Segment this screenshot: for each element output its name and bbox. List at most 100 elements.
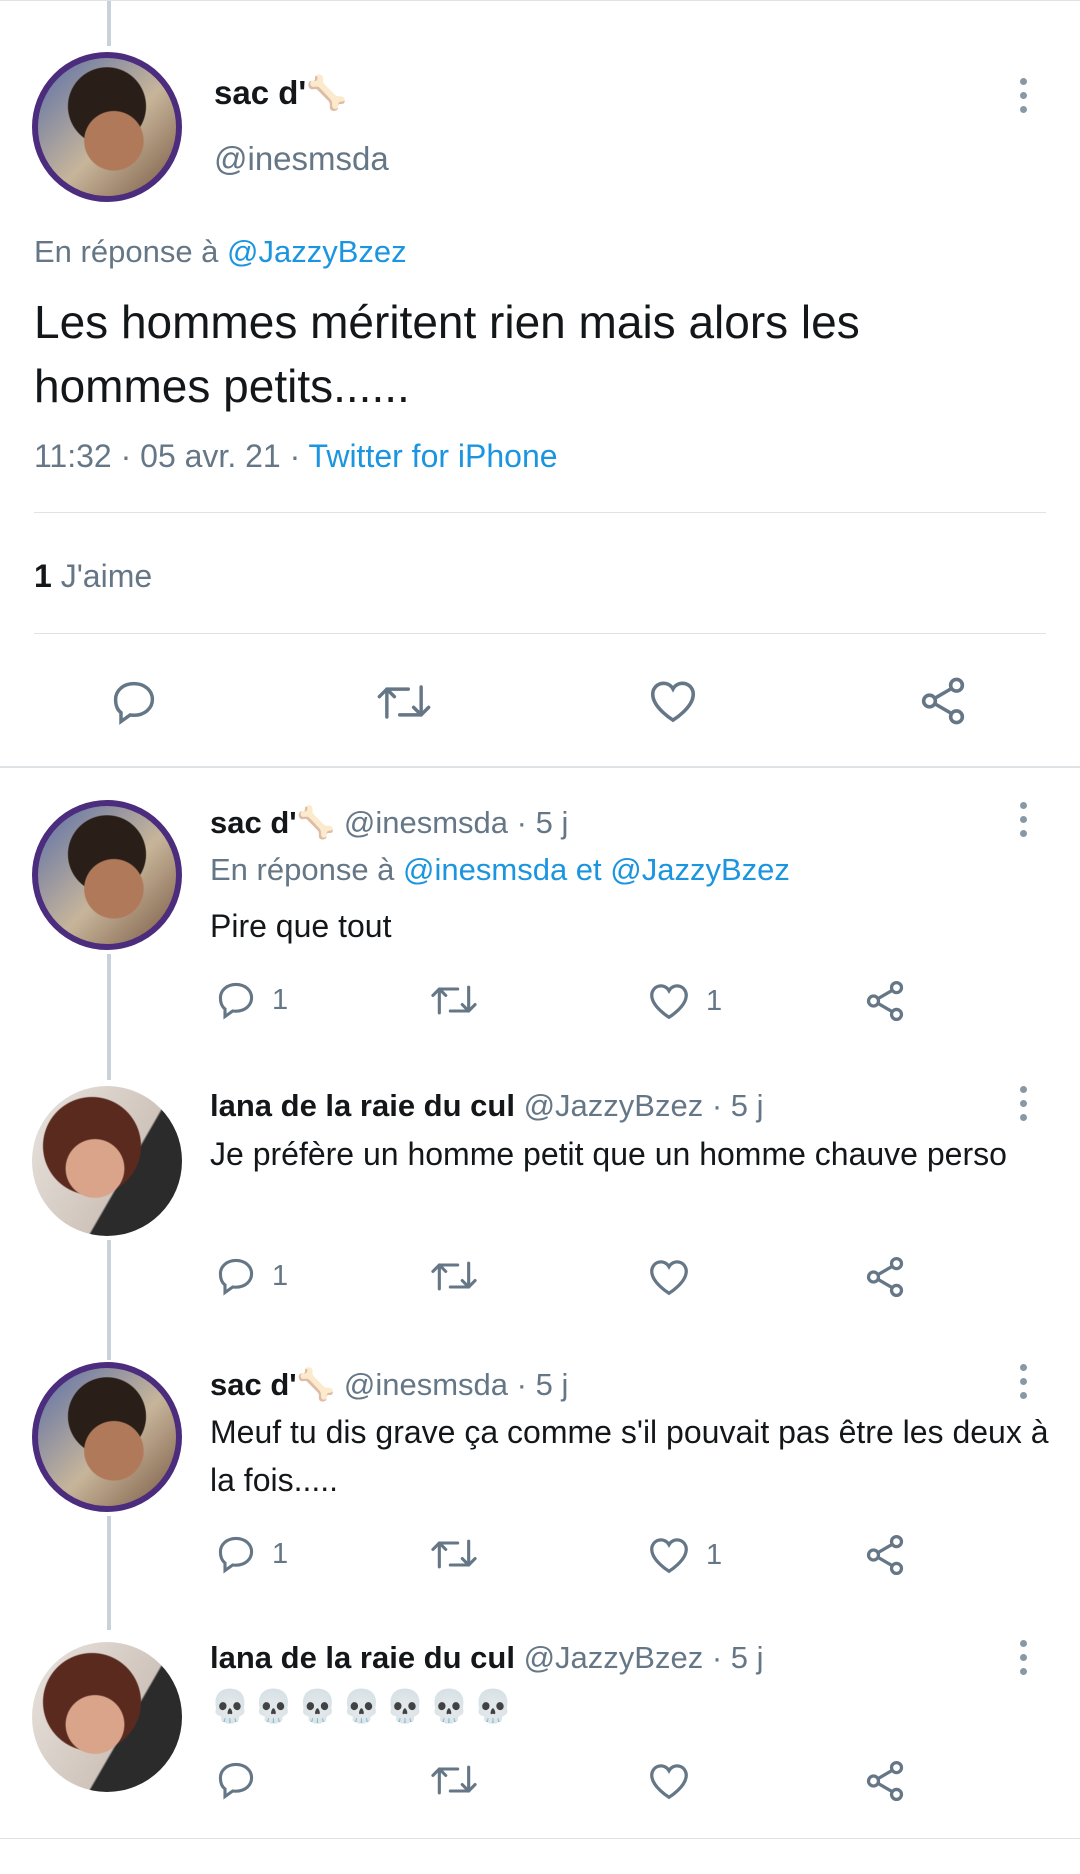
likes-stat[interactable]: 1 J'aime xyxy=(34,558,152,595)
thread-line xyxy=(107,1240,111,1360)
like-button[interactable]: 1 xyxy=(646,1532,722,1578)
author-name[interactable]: sac d' xyxy=(210,1367,297,1402)
reply-header: lana de la raie du cul @JazzyBzez · 5 j xyxy=(210,1640,764,1676)
share-icon xyxy=(866,1256,904,1298)
author-handle[interactable]: @inesmsda xyxy=(344,805,508,840)
like-icon xyxy=(650,681,696,723)
reply-time: · 5 j xyxy=(516,1367,569,1402)
reply-header: sac d'🦴 @inesmsda · 5 j xyxy=(210,1366,568,1403)
reply-icon xyxy=(218,1258,254,1296)
retweet-button[interactable] xyxy=(374,676,434,728)
more-icon[interactable] xyxy=(1020,78,1028,113)
like-count: 1 xyxy=(706,984,723,1017)
reply-context: En réponse à @inesmsda et @JazzyBzez xyxy=(210,852,790,888)
share-button[interactable] xyxy=(862,1254,908,1300)
reply-icon xyxy=(218,1536,254,1574)
tweet-text: Les hommes méritent rien mais alors les … xyxy=(34,296,860,412)
reply-to-link[interactable]: @JazzyBzez xyxy=(227,234,407,269)
bone-emoji: 🦴 xyxy=(296,1367,336,1402)
like-button[interactable] xyxy=(646,1758,692,1804)
more-icon[interactable] xyxy=(1020,1086,1028,1121)
share-button[interactable] xyxy=(916,674,970,728)
divider xyxy=(34,512,1046,513)
retweet-icon xyxy=(377,685,431,719)
tweet-meta: 11:32 · 05 avr. 21 · Twitter for iPhone xyxy=(34,438,558,475)
reply-text: Je préfère un homme petit que un homme c… xyxy=(210,1136,1007,1172)
reply-text: Pire que tout xyxy=(210,908,392,944)
thread-line xyxy=(107,1516,111,1630)
share-button[interactable] xyxy=(862,978,908,1024)
bottom-divider xyxy=(0,1838,1080,1839)
like-count: 1 xyxy=(706,1538,723,1571)
retweet-button[interactable] xyxy=(428,1532,480,1576)
thread-line xyxy=(107,954,111,1080)
author-name[interactable]: sac d' xyxy=(210,805,297,840)
reply-prefix: En réponse à xyxy=(34,234,219,269)
more-icon[interactable] xyxy=(1020,802,1028,837)
thread-line xyxy=(107,0,111,46)
reply-button[interactable]: 1 xyxy=(214,978,288,1022)
author-handle[interactable]: @JazzyBzez xyxy=(524,1088,704,1123)
avatar[interactable] xyxy=(32,52,182,202)
reply-time: · 5 j xyxy=(711,1088,764,1123)
like-icon xyxy=(650,1260,688,1296)
share-icon xyxy=(866,1760,904,1802)
share-icon xyxy=(866,1534,904,1576)
top-divider xyxy=(0,0,1080,1)
retweet-button[interactable] xyxy=(428,1254,480,1298)
reply-count: 1 xyxy=(272,1537,289,1570)
share-button[interactable] xyxy=(862,1532,908,1578)
avatar[interactable] xyxy=(32,1086,182,1236)
reply-count: 1 xyxy=(272,1259,289,1292)
more-icon[interactable] xyxy=(1020,1364,1028,1399)
share-icon xyxy=(921,677,965,725)
retweet-icon xyxy=(431,1261,477,1291)
reply-time: · 5 j xyxy=(711,1640,764,1675)
reply-header: sac d'🦴 @inesmsda · 5 j xyxy=(210,804,568,841)
author-handle[interactable]: @JazzyBzez xyxy=(524,1640,704,1675)
tweet-source-link[interactable]: Twitter for iPhone xyxy=(309,438,558,474)
author-name[interactable]: sac d'🦴 xyxy=(214,74,347,113)
reply-button[interactable] xyxy=(214,1758,258,1802)
reply-time: · 5 j xyxy=(516,805,569,840)
tweet-timestamp: 11:32 · 05 avr. 21 · xyxy=(34,438,301,474)
bone-emoji: 🦴 xyxy=(306,74,348,111)
reply-header: lana de la raie du cul @JazzyBzez · 5 j xyxy=(210,1088,764,1124)
reply-icon xyxy=(218,982,254,1020)
reply-icon xyxy=(218,1762,254,1800)
reply-icon xyxy=(113,681,155,725)
author-handle[interactable]: @inesmsda xyxy=(214,140,389,178)
divider xyxy=(34,633,1046,634)
share-icon xyxy=(866,980,904,1022)
retweet-icon xyxy=(431,985,477,1015)
likes-count: 1 xyxy=(34,558,52,594)
retweet-button[interactable] xyxy=(428,978,480,1022)
author-name[interactable]: lana de la raie du cul xyxy=(210,1640,515,1675)
like-button[interactable]: 1 xyxy=(646,978,722,1024)
share-button[interactable] xyxy=(862,1758,908,1804)
more-icon[interactable] xyxy=(1020,1640,1028,1675)
avatar[interactable] xyxy=(32,1642,182,1792)
reply-to-link[interactable]: @inesmsda et @JazzyBzez xyxy=(403,852,790,887)
reply-context: En réponse à @JazzyBzez xyxy=(34,234,407,270)
like-button[interactable] xyxy=(646,1254,692,1300)
retweet-icon xyxy=(431,1539,477,1569)
reply-text: Meuf tu dis grave ça comme s'il pouvait … xyxy=(210,1414,1049,1498)
reply-button[interactable]: 1 xyxy=(214,1532,288,1576)
like-icon xyxy=(650,984,688,1020)
reply-prefix: En réponse à xyxy=(210,852,395,887)
bone-emoji: 🦴 xyxy=(296,805,336,840)
author-name[interactable]: lana de la raie du cul xyxy=(210,1088,515,1123)
reply-button[interactable]: 1 xyxy=(214,1254,288,1298)
section-divider xyxy=(0,766,1080,768)
avatar[interactable] xyxy=(32,1362,182,1512)
author-name-text: sac d' xyxy=(214,74,307,111)
reply-count: 1 xyxy=(272,983,289,1016)
retweet-button[interactable] xyxy=(428,1758,480,1802)
avatar[interactable] xyxy=(32,800,182,950)
retweet-icon xyxy=(431,1765,477,1795)
reply-button[interactable] xyxy=(108,676,160,728)
author-handle[interactable]: @inesmsda xyxy=(344,1367,508,1402)
reply-text: 💀💀💀💀💀💀💀 xyxy=(210,1688,517,1724)
like-button[interactable] xyxy=(646,674,700,728)
